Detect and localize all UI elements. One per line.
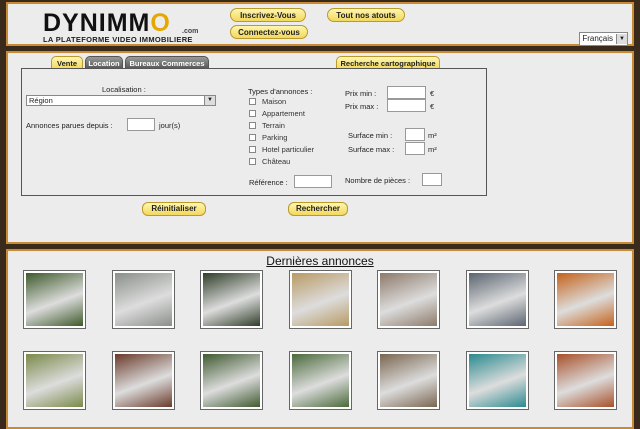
rooms-input[interactable] xyxy=(422,173,442,186)
type-label-maison: Maison xyxy=(262,97,287,106)
login-button[interactable]: Connectez-vous xyxy=(230,25,308,39)
listing-photo xyxy=(469,354,526,407)
region-select[interactable]: Région ▼ xyxy=(26,95,216,106)
reference-input[interactable] xyxy=(294,175,332,188)
price-max-label: Prix max : xyxy=(345,102,379,111)
listing-thumbnail[interactable] xyxy=(200,270,263,329)
type-label-appartement: Appartement xyxy=(262,109,305,118)
listing-photo xyxy=(469,273,526,326)
logo-tagline: LA PLATEFORME VIDEO IMMOBILIERE xyxy=(43,35,193,44)
listing-thumbnail[interactable] xyxy=(377,270,440,329)
listing-thumbnail[interactable] xyxy=(554,351,617,410)
price-max-input[interactable] xyxy=(387,99,426,112)
type-checkbox-chateau[interactable] xyxy=(249,158,256,165)
listing-thumbnail[interactable] xyxy=(112,351,175,410)
listing-thumbnail[interactable] xyxy=(289,270,352,329)
type-label-parking: Parking xyxy=(262,133,288,142)
surface-max-label: Surface max : xyxy=(348,145,395,154)
listing-thumbnail[interactable] xyxy=(23,270,86,329)
listing-thumbnail[interactable] xyxy=(200,351,263,410)
surface-min-label: Surface min : xyxy=(348,131,393,140)
type-label-chateau: Château xyxy=(262,157,291,166)
search-panel: Vente Location Bureaux Commerces Recherc… xyxy=(6,51,634,244)
chevron-down-icon: ▼ xyxy=(204,96,215,105)
surface-max-input[interactable] xyxy=(405,142,425,155)
signup-button[interactable]: Inscrivez-Vous xyxy=(230,8,306,22)
price-min-currency: € xyxy=(430,89,435,98)
listing-thumbnail[interactable] xyxy=(289,351,352,410)
listing-photo xyxy=(203,354,260,407)
days-suffix: jour(s) xyxy=(159,121,181,130)
listing-photo xyxy=(557,354,614,407)
listing-photo xyxy=(557,273,614,326)
listing-thumbnail[interactable] xyxy=(23,351,86,410)
price-min-input[interactable] xyxy=(387,86,426,99)
type-checkbox-terrain[interactable] xyxy=(249,122,256,129)
listing-photo xyxy=(26,354,83,407)
listings-title: Dernières annonces xyxy=(266,254,374,268)
type-checkbox-appartement[interactable] xyxy=(249,110,256,117)
type-checkbox-maison[interactable] xyxy=(249,98,256,105)
listing-thumbnail[interactable] xyxy=(466,270,529,329)
reference-label: Référence : xyxy=(249,178,288,187)
search-form: Localisation : Région ▼ Annonces parues … xyxy=(21,68,487,196)
assets-button[interactable]: Tout nos atouts xyxy=(327,8,405,22)
search-button[interactable]: Rechercher xyxy=(288,202,348,216)
language-select[interactable]: Français ▼ xyxy=(579,32,628,46)
listing-photo xyxy=(292,354,349,407)
header: DYNIMMO .com LA PLATEFORME VIDEO IMMOBIL… xyxy=(6,2,634,46)
logo-brand: DYNIMMO xyxy=(43,11,171,36)
listing-photo xyxy=(115,273,172,326)
listing-photo xyxy=(292,273,349,326)
published-since-label: Annonces parues depuis : xyxy=(26,121,113,130)
types-label: Types d'annonces : xyxy=(248,87,313,96)
logo-com: .com xyxy=(182,28,199,35)
logo-brand-prefix: DYNIMM xyxy=(43,9,151,37)
chevron-down-icon: ▼ xyxy=(616,34,627,44)
type-checkbox-parking[interactable] xyxy=(249,134,256,141)
type-label-hotel-particulier: Hotel particulier xyxy=(262,145,315,154)
listing-photo xyxy=(203,273,260,326)
rooms-label: Nombre de pièces : xyxy=(345,176,411,185)
listing-thumbnail[interactable] xyxy=(377,351,440,410)
listing-thumbnail[interactable] xyxy=(112,270,175,329)
reset-button[interactable]: Réinitialiser xyxy=(142,202,206,216)
listing-thumbnail[interactable] xyxy=(554,270,617,329)
surface-max-unit: m² xyxy=(428,145,437,154)
language-value: Français xyxy=(582,34,613,43)
surface-min-input[interactable] xyxy=(405,128,425,141)
listing-thumbnail[interactable] xyxy=(466,351,529,410)
listing-photo xyxy=(380,273,437,326)
site-logo[interactable]: DYNIMMO .com LA PLATEFORME VIDEO IMMOBIL… xyxy=(34,8,214,45)
region-value: Région xyxy=(29,96,53,105)
price-max-currency: € xyxy=(430,102,435,111)
surface-min-unit: m² xyxy=(428,131,437,140)
type-checkbox-hotel-particulier[interactable] xyxy=(249,146,256,153)
listing-photo xyxy=(380,354,437,407)
type-label-terrain: Terrain xyxy=(262,121,285,130)
price-min-label: Prix min : xyxy=(345,89,377,98)
localisation-label: Localisation : xyxy=(102,85,146,94)
listing-photo xyxy=(115,354,172,407)
logo-brand-o: O xyxy=(150,9,171,37)
published-days-input[interactable] xyxy=(127,118,155,131)
listing-photo xyxy=(26,273,83,326)
listings-panel: Dernières annonces xyxy=(6,249,634,429)
